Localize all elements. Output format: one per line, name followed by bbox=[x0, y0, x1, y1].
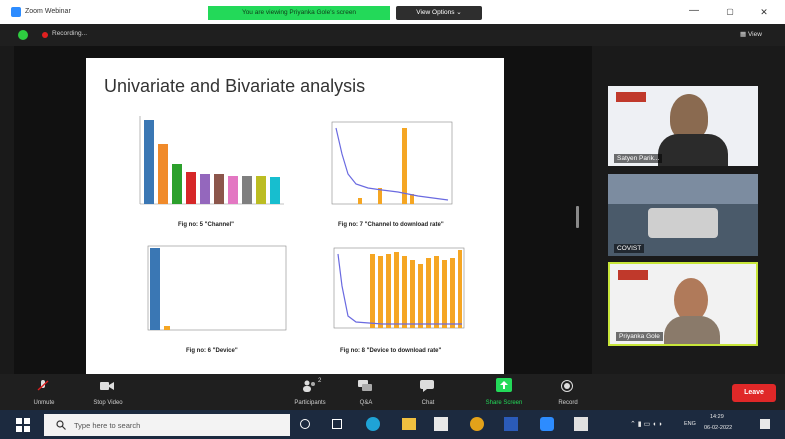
bar-10 bbox=[270, 177, 280, 204]
zoom-app-icon bbox=[11, 7, 21, 17]
window-title-bar: Zoom Webinar You are viewing Priyanka Go… bbox=[0, 0, 785, 24]
participant-name: Priyanka Gole bbox=[616, 332, 663, 341]
conference-table bbox=[648, 208, 718, 238]
channel-bar-chart bbox=[118, 112, 286, 220]
meeting-toolbar: Unmute Stop Video 2 Participants Q&A Cha… bbox=[0, 374, 785, 410]
viewing-banner: You are viewing Priyanka Gole's screen bbox=[208, 6, 390, 20]
logo-icon bbox=[618, 270, 648, 280]
language-indicator[interactable]: ENG bbox=[684, 421, 696, 427]
bar-7 bbox=[228, 176, 238, 204]
fig8-caption: Fig no: 8 "Device to download rate" bbox=[340, 348, 442, 354]
bar-1 bbox=[144, 120, 154, 204]
unmute-label[interactable]: Unmute bbox=[14, 400, 74, 406]
panel-resize-handle[interactable] bbox=[576, 206, 579, 228]
record-icon[interactable] bbox=[560, 380, 574, 392]
participants-panel: Satyen Parik... COVIST Priyanka Gole bbox=[600, 46, 785, 374]
participant-name: COVIST bbox=[614, 244, 645, 253]
room-window bbox=[608, 174, 758, 204]
fig5-caption: Fig no: 5 "Channel" bbox=[178, 222, 235, 228]
fig7-caption: Fig no: 7 "Channel to download rate" bbox=[338, 222, 444, 228]
device-download-rate-chart bbox=[322, 236, 468, 336]
leave-button[interactable]: Leave bbox=[732, 384, 776, 402]
active-speaker-tile[interactable]: Priyanka Gole bbox=[608, 262, 758, 346]
bar-9 bbox=[256, 176, 266, 204]
notifications-icon[interactable] bbox=[760, 419, 770, 429]
logo-icon bbox=[616, 92, 646, 102]
close-button[interactable]: ✕ bbox=[756, 6, 772, 18]
qa-icon[interactable] bbox=[358, 380, 372, 392]
recording-label: Recording... bbox=[52, 30, 88, 37]
device-bar-chart bbox=[140, 238, 290, 338]
fig6-caption: Fig no: 6 "Device" bbox=[186, 348, 238, 354]
bar-8 bbox=[242, 176, 252, 204]
bar-6 bbox=[214, 174, 224, 204]
qa-label[interactable]: Q&A bbox=[336, 400, 396, 406]
record-label[interactable]: Record bbox=[538, 400, 598, 406]
microphone-muted-icon[interactable] bbox=[36, 380, 50, 392]
minimize-button[interactable]: — bbox=[686, 6, 702, 18]
chrome-icon[interactable] bbox=[470, 417, 484, 431]
view-options-button[interactable]: View Options ⌄ bbox=[396, 6, 482, 20]
window-title: Zoom Webinar bbox=[25, 8, 71, 15]
cortana-icon[interactable] bbox=[300, 419, 310, 429]
participants-count: 2 bbox=[318, 378, 322, 384]
search-icon bbox=[56, 420, 66, 430]
participant-name: Satyen Parik... bbox=[614, 154, 663, 163]
share-screen-icon[interactable] bbox=[496, 378, 512, 392]
bar-2 bbox=[158, 144, 168, 204]
device-bar-2 bbox=[164, 326, 170, 330]
search-placeholder: Type here to search bbox=[74, 421, 141, 430]
clock-date[interactable]: 06-02-2022 bbox=[704, 425, 732, 431]
tray-icons[interactable]: ⌃ ▮ ▭ ◖ ◗ bbox=[630, 420, 663, 428]
chat-icon[interactable] bbox=[420, 380, 434, 392]
participant-tile[interactable]: COVIST bbox=[608, 174, 758, 256]
device-bar-1 bbox=[150, 248, 160, 330]
small-bar-3 bbox=[358, 198, 362, 204]
chat-label[interactable]: Chat bbox=[398, 400, 458, 406]
person-shoulders bbox=[664, 316, 720, 344]
file-explorer-icon[interactable] bbox=[402, 418, 416, 430]
participants-label[interactable]: Participants bbox=[280, 400, 340, 406]
view-layout-button[interactable]: ▦ View bbox=[740, 30, 776, 40]
maximize-button[interactable]: ▢ bbox=[722, 6, 738, 18]
store-icon[interactable] bbox=[434, 417, 448, 431]
clock-time[interactable]: 14:29 bbox=[710, 414, 724, 420]
meeting-top-bar: Recording... ▦ View bbox=[0, 24, 785, 46]
channel-download-rate-chart bbox=[318, 114, 466, 220]
taskbar-app-icon[interactable] bbox=[574, 417, 588, 431]
recording-dot-icon bbox=[42, 32, 48, 38]
task-view-icon[interactable] bbox=[332, 419, 342, 429]
zoom-taskbar-icon[interactable] bbox=[540, 417, 554, 431]
share-screen-label[interactable]: Share Screen bbox=[474, 400, 534, 406]
participant-tile[interactable]: Satyen Parik... bbox=[608, 86, 758, 166]
video-camera-icon[interactable] bbox=[100, 380, 114, 392]
word-icon[interactable] bbox=[504, 417, 518, 431]
bar-4 bbox=[186, 172, 196, 204]
windows-start-icon[interactable] bbox=[16, 418, 30, 432]
bar-5 bbox=[200, 174, 210, 204]
person-shoulders bbox=[658, 134, 728, 166]
edge-browser-icon[interactable] bbox=[366, 417, 380, 431]
security-shield-icon[interactable] bbox=[18, 30, 28, 40]
bar-3 bbox=[172, 164, 182, 204]
stop-video-label[interactable]: Stop Video bbox=[78, 400, 138, 406]
slide-title: Univariate and Bivariate analysis bbox=[104, 76, 366, 96]
participants-icon[interactable] bbox=[302, 380, 316, 392]
